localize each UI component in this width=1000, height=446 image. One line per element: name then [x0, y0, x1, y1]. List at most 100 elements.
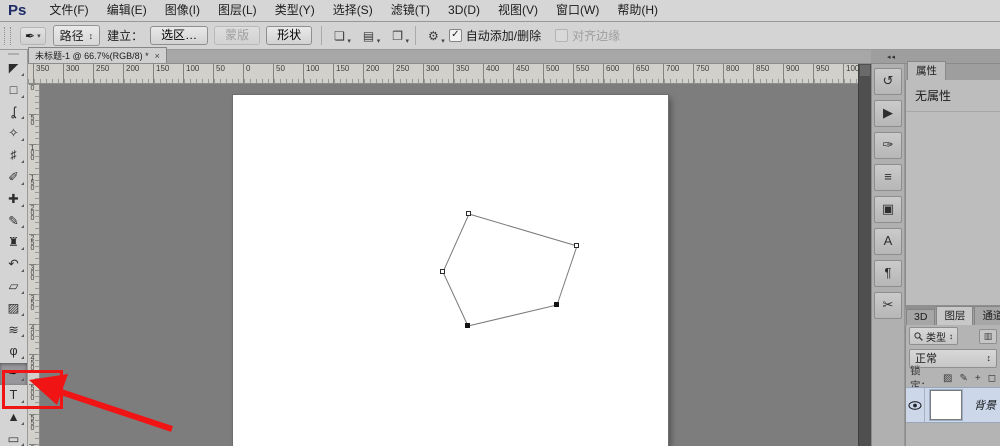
tab-3d[interactable]: 3D [906, 309, 936, 325]
ruler-label: 450 [513, 64, 543, 83]
collapse-panels-icon[interactable]: ◂◂ [887, 53, 896, 61]
ruler-label: 250 [393, 64, 423, 83]
tool-preset-picker[interactable]: ✒ ▾ [20, 26, 46, 45]
horizontal-ruler: 350 300 250 200 150 100 50 0 50 100 150 200 250 300 35… [28, 64, 858, 84]
make-button[interactable]: 形状 [266, 26, 313, 45]
close-icon[interactable]: × [155, 51, 160, 61]
tool-gradient[interactable]: ▨ [0, 298, 27, 320]
layer-filter-select[interactable]: 类型 ↕ [909, 327, 958, 345]
layer-thumbnail[interactable] [929, 389, 963, 421]
ruler-label: 300 [423, 64, 453, 83]
layers-tab-strip: 3D 图层 通道 [905, 306, 1000, 325]
scrollbar-strip[interactable] [858, 50, 871, 446]
make-label: 建立： [107, 29, 144, 43]
brush-panel-icon[interactable]: ✑ [874, 132, 902, 159]
menu-items: 文件(F) 编辑(E) 图像(I) 图层(L) 类型(Y) 选择(S) 滤镜(T) 3D(D)… [40, 0, 667, 21]
tab-properties[interactable]: 属性 [907, 61, 946, 80]
tool-path-selection[interactable]: ▲ [0, 407, 27, 429]
path-anchor-hollow[interactable] [440, 269, 445, 274]
path-anchor-hollow[interactable] [574, 243, 579, 248]
tool-blur[interactable]: ≋ [0, 320, 27, 342]
canvas-viewport[interactable]: 050100150200250300350400450500550600 [28, 84, 858, 446]
make-button[interactable]: 蒙版 [214, 26, 261, 45]
tool-dodge[interactable]: φ [0, 341, 27, 363]
tool-mode-select[interactable]: 路径 ↕ [52, 25, 101, 46]
tool-pen[interactable]: ✒ [0, 363, 27, 385]
eye-icon [908, 400, 922, 410]
path-operations-icon[interactable]: ❏ ▾ [331, 28, 351, 45]
menu-item[interactable]: 视图(V) [489, 0, 547, 21]
separator [321, 26, 323, 45]
lock-image-pixels-icon[interactable]: ✎ [959, 373, 967, 384]
path-anchor-solid[interactable] [465, 323, 470, 328]
brush-presets-panel-icon[interactable]: ≡ [874, 164, 902, 191]
menu-item[interactable]: 滤镜(T) [382, 0, 439, 21]
checkbox-box[interactable] [555, 29, 569, 42]
canvas[interactable] [233, 95, 668, 446]
tool-presets-panel-icon[interactable]: ✂ [874, 292, 902, 319]
path-anchor-hollow[interactable] [466, 211, 471, 216]
tool-move[interactable]: ◤ [0, 58, 27, 80]
options-checkboxes: 自动添加/删除 对齐边缘 [448, 27, 620, 44]
gear-icon[interactable]: ⚙ ▾ [425, 28, 445, 45]
paragraph-panel-icon[interactable]: ¶ [874, 260, 902, 287]
scrollbar-track[interactable] [858, 64, 871, 446]
ruler-label: 950 [813, 64, 843, 83]
path-arrangement-icon[interactable]: ❐ ▾ [389, 28, 409, 45]
path-anchor-solid[interactable] [554, 302, 559, 307]
character-panel-icon[interactable]: A [874, 228, 902, 255]
filter-thumbnail-icon[interactable]: ▥ [979, 328, 997, 344]
menu-item[interactable]: 帮助(H) [608, 0, 667, 21]
ruler-label: 900 [783, 64, 813, 83]
lock-all-icon[interactable]: ◻ [988, 373, 996, 384]
scrollbar-thumb[interactable] [860, 65, 870, 76]
checkbox-box[interactable] [448, 29, 462, 42]
layer-row-background[interactable]: 背景 [906, 387, 1000, 423]
history-panel-icon[interactable]: ↺ [874, 68, 902, 95]
tool-history-brush[interactable]: ↶ [0, 254, 27, 276]
ruler-label: 350 [453, 64, 483, 83]
collapsed-panel-dock: ↺ ▶ ✑ ≡ ▣ A ¶ ✂ [871, 64, 905, 446]
ruler-label: 0 [243, 64, 273, 83]
lock-row: 锁定： ▨ ✎ + ◻ [906, 365, 1000, 392]
layer-name: 背景 [974, 400, 996, 412]
menu-item[interactable]: 类型(Y) [266, 0, 324, 21]
ruler-label: 400 [483, 64, 513, 83]
tool-rectangular-marquee[interactable]: □ [0, 80, 27, 102]
options-checkbox[interactable]: 对齐边缘 [555, 27, 620, 44]
layer-visibility-toggle[interactable] [906, 388, 925, 422]
menu-item[interactable]: 图像(I) [156, 0, 209, 21]
tool-quick-selection[interactable]: ✧ [0, 123, 27, 145]
tools-grip[interactable] [8, 53, 19, 55]
tab-图层[interactable]: 图层 [936, 306, 974, 325]
tool-shape[interactable]: ▭ [0, 429, 27, 446]
menu-item[interactable]: 选择(S) [324, 0, 382, 21]
menu-item[interactable]: 编辑(E) [98, 0, 156, 21]
path-alignment-icon[interactable]: ▤ ▾ [360, 28, 380, 45]
menu-item[interactable]: 文件(F) [40, 0, 97, 21]
layer-filter-value: 类型 [926, 332, 946, 344]
ruler-label: 200 [29, 204, 36, 234]
vertical-ruler: 050100150200250300350400450500550600 [28, 84, 40, 446]
tool-eraser[interactable]: ▱ [0, 276, 27, 298]
menu-item[interactable]: 3D(D) [439, 0, 489, 21]
actions-panel-icon[interactable]: ▶ [874, 100, 902, 127]
tool-eyedropper[interactable]: ✐ [0, 167, 27, 189]
tool-brush[interactable]: ✎ [0, 211, 27, 233]
tool-clone-stamp[interactable]: ♜ [0, 232, 27, 254]
menu-item[interactable]: 窗口(W) [547, 0, 608, 21]
tool-spot-healing-brush[interactable]: ✚ [0, 189, 27, 211]
ruler-label: 700 [663, 64, 693, 83]
make-button[interactable]: 选区… [150, 26, 209, 45]
lock-transparent-pixels-icon[interactable]: ▨ [943, 373, 952, 384]
document-tab[interactable]: 未标题-1 @ 66.7%(RGB/8) * × [28, 47, 167, 63]
lock-position-icon[interactable]: + [975, 373, 981, 384]
tool-crop[interactable]: ♯ [0, 145, 27, 167]
tool-type[interactable]: T [0, 385, 27, 407]
checkbox-label: 对齐边缘 [572, 29, 621, 43]
clone-source-panel-icon[interactable]: ▣ [874, 196, 902, 223]
options-checkbox[interactable]: 自动添加/删除 [448, 27, 541, 44]
tab-通道[interactable]: 通道 [974, 306, 1000, 325]
tool-lasso[interactable]: ʆ [0, 102, 27, 124]
menu-item[interactable]: 图层(L) [209, 0, 266, 21]
